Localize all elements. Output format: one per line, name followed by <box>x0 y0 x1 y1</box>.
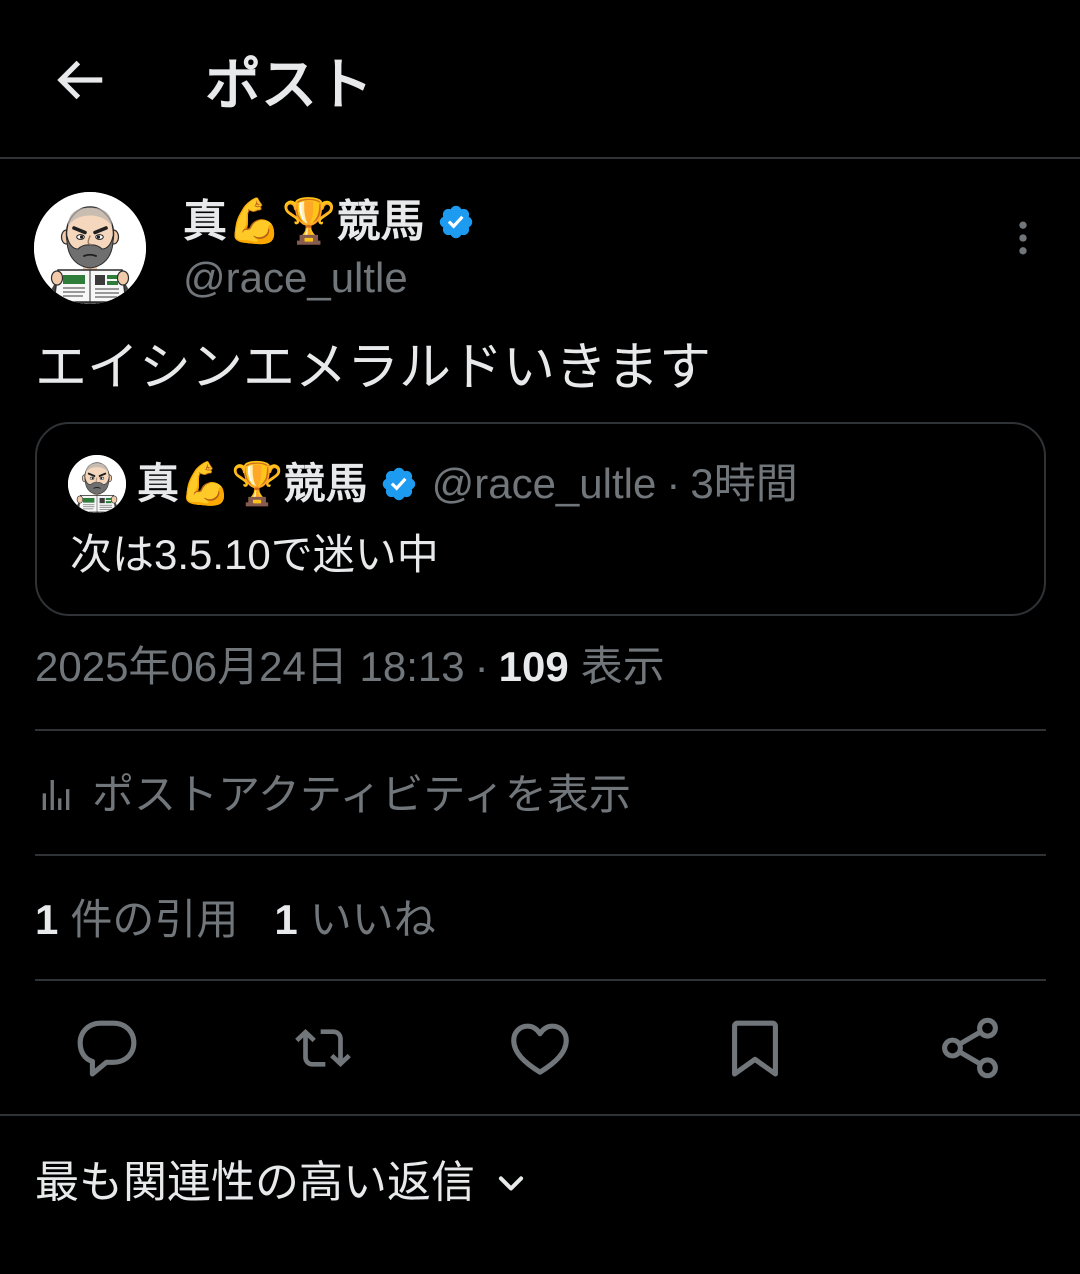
divider <box>0 1114 1080 1116</box>
quoted-post-header: 真💪🏆競馬 @race_ultle · 3時間 <box>137 456 798 512</box>
analytics-icon <box>42 780 70 810</box>
divider <box>35 729 1046 731</box>
post-meta-line: 2025年06月24日 18:13 · 109 表示 <box>35 639 665 695</box>
bookmark-button[interactable] <box>720 1013 790 1083</box>
quotes-label: 件の引用 <box>70 896 239 943</box>
likes-label: いいね <box>309 896 436 943</box>
quoted-post-card[interactable]: 真💪🏆競馬 @race_ultle · 3時間 次は3.5.10で迷い中 <box>35 422 1046 616</box>
like-icon <box>511 1023 569 1075</box>
retweet-icon <box>295 1029 351 1067</box>
quotes-stat[interactable]: 1 件の引用 <box>35 892 238 948</box>
avatar-image <box>68 455 126 513</box>
share-icon <box>942 1017 998 1079</box>
meta-separator: · <box>474 643 489 690</box>
back-button[interactable] <box>48 49 110 111</box>
bookmark-icon <box>732 1020 778 1077</box>
avatar-image <box>34 192 146 304</box>
like-button[interactable] <box>505 1013 575 1083</box>
divider <box>35 979 1046 981</box>
reply-button[interactable] <box>72 1013 142 1083</box>
quoted-author-name: 真💪🏆競馬 <box>137 460 368 507</box>
page-title: ポスト <box>205 53 373 116</box>
quoted-post-time: 3時間 <box>690 460 798 507</box>
back-arrow-icon <box>57 60 103 100</box>
more-vertical-icon <box>1019 221 1027 255</box>
chevron-down-icon <box>498 1176 524 1191</box>
post-timestamp[interactable]: 2025年06月24日 18:13 <box>35 643 465 690</box>
repost-button[interactable] <box>295 1020 351 1076</box>
quoted-post-meta: @race_ultle · 3時間 <box>432 456 798 512</box>
meta-separator: · <box>666 460 681 507</box>
divider <box>35 854 1046 856</box>
share-button[interactable] <box>935 1013 1005 1083</box>
quoted-author-avatar <box>68 455 126 513</box>
more-options-button[interactable] <box>1001 216 1045 260</box>
reply-icon <box>77 1020 137 1077</box>
quoted-post-text: 次は3.5.10で迷い中 <box>70 531 439 578</box>
author-display-name[interactable]: 真💪🏆競馬 <box>183 194 425 250</box>
author-name-row[interactable]: 真💪🏆競馬 <box>183 194 475 250</box>
verified-badge-icon[interactable] <box>437 203 475 241</box>
engagement-stats: 1 件の引用 1 いいね <box>35 892 436 948</box>
verified-badge-icon <box>382 467 415 501</box>
author-avatar[interactable] <box>34 192 146 304</box>
post-activity-label[interactable]: ポストアクティビティを表示 <box>92 767 631 823</box>
author-handle[interactable]: @race_ultle <box>183 252 408 304</box>
replies-sort-label: 最も関連性の高い返信 <box>35 1158 475 1207</box>
likes-stat[interactable]: 1 いいね <box>274 892 435 948</box>
quoted-author-handle: @race_ultle <box>431 460 657 507</box>
quotes-count: 1 <box>35 896 59 943</box>
top-app-bar: ポスト <box>0 0 1080 159</box>
post-text: エイシンエメラルドいきます <box>35 339 712 397</box>
post-detail-screen: ポスト 真💪🏆競馬 @race_ultle エイシンエメラルドいきます 真💪🏆競… <box>0 0 1080 1274</box>
likes-count: 1 <box>274 896 298 943</box>
views-label: 表示 <box>580 643 665 690</box>
views-count: 109 <box>498 643 569 690</box>
replies-sort-dropdown[interactable]: 最も関連性の高い返信 <box>35 1155 533 1211</box>
